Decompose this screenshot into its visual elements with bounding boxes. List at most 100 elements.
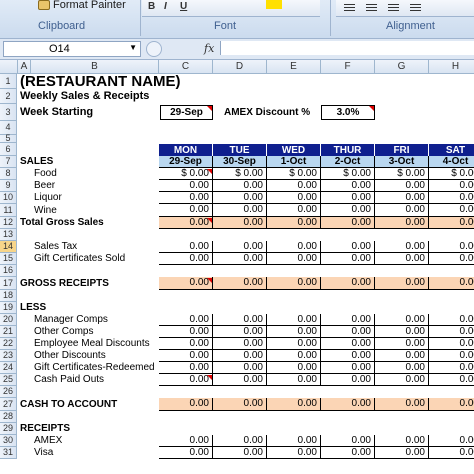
column-header-c[interactable]: C <box>159 60 213 74</box>
value-cell[interactable]: 0.00 <box>375 362 429 374</box>
value-cell[interactable]: 0.00 <box>159 204 213 217</box>
value-cell[interactable]: 0.00 <box>321 362 375 374</box>
row-header[interactable]: 29 <box>0 423 17 435</box>
value-cell[interactable]: 0.00 <box>321 277 375 290</box>
value-cell[interactable]: 0.00 <box>267 398 321 411</box>
amex-discount-input[interactable]: 3.0% <box>321 105 375 120</box>
value-cell[interactable]: 0.00 <box>375 277 429 290</box>
value-cell[interactable]: 0.00 <box>321 447 375 459</box>
column-header-e[interactable]: E <box>267 60 321 74</box>
value-cell[interactable]: 0.00 <box>429 447 474 459</box>
value-cell[interactable]: 0.00 <box>159 253 213 265</box>
value-cell[interactable]: $ 0.00 <box>213 168 267 180</box>
value-cell[interactable]: 0.00 <box>213 362 267 374</box>
column-header-b[interactable]: B <box>31 60 159 74</box>
value-cell[interactable]: 0.00 <box>375 241 429 253</box>
row-header[interactable]: 16 <box>0 265 17 277</box>
value-cell[interactable]: 0.00 <box>213 326 267 338</box>
value-cell[interactable]: 0.00 <box>375 374 429 386</box>
value-cell[interactable]: 0.00 <box>429 204 474 217</box>
value-cell[interactable]: 0.00 <box>429 326 474 338</box>
value-cell[interactable]: 0.00 <box>429 192 474 204</box>
value-cell[interactable]: 0.00 <box>267 217 321 229</box>
row-header[interactable]: 17 <box>0 277 17 290</box>
row-header[interactable]: 25 <box>0 374 17 386</box>
row-header[interactable]: 23 <box>0 350 17 362</box>
select-all-corner[interactable] <box>0 60 18 74</box>
value-cell[interactable]: 0.00 <box>213 204 267 217</box>
column-header-g[interactable]: G <box>375 60 429 74</box>
insert-function-icon[interactable]: fx <box>204 42 214 55</box>
value-cell[interactable]: 0.00 <box>429 253 474 265</box>
column-header-d[interactable]: D <box>213 60 267 74</box>
value-cell[interactable]: 0.00 <box>159 241 213 253</box>
value-cell[interactable]: 0.00 <box>267 374 321 386</box>
value-cell[interactable]: 0.00 <box>213 314 267 326</box>
value-cell[interactable]: 0.00 <box>429 241 474 253</box>
value-cell[interactable]: 0.00 <box>159 435 213 447</box>
value-cell[interactable]: 0.00 <box>321 253 375 265</box>
row-header[interactable]: 9 <box>0 180 17 192</box>
value-cell[interactable]: 0.00 <box>429 277 474 290</box>
value-cell[interactable]: 0.00 <box>375 180 429 192</box>
value-cell[interactable]: 0.00 <box>267 277 321 290</box>
value-cell[interactable]: 0.00 <box>375 398 429 411</box>
value-cell[interactable]: 0.00 <box>213 253 267 265</box>
value-cell[interactable]: 0.00 <box>267 204 321 217</box>
value-cell[interactable]: 0.00 <box>375 204 429 217</box>
italic-icon[interactable]: I <box>164 1 167 12</box>
row-header[interactable]: 19 <box>0 302 17 314</box>
value-cell[interactable]: 0.00 <box>375 447 429 459</box>
highlight-color-icon[interactable] <box>266 0 282 9</box>
value-cell[interactable]: 0.00 <box>321 374 375 386</box>
value-cell[interactable]: 0.00 <box>159 447 213 459</box>
formula-input[interactable] <box>220 41 474 55</box>
value-cell[interactable]: 0.00 <box>213 398 267 411</box>
value-cell[interactable]: 0.00 <box>321 314 375 326</box>
value-cell[interactable]: 0.00 <box>429 338 474 350</box>
formula-bar-expand-icon[interactable] <box>146 41 162 57</box>
value-cell[interactable]: 0.00 <box>321 192 375 204</box>
row-header[interactable]: 30 <box>0 435 17 447</box>
value-cell[interactable]: 0.00 <box>267 338 321 350</box>
bold-icon[interactable]: B <box>148 1 155 12</box>
value-cell[interactable]: 0.00 <box>429 398 474 411</box>
value-cell[interactable]: 0.00 <box>267 241 321 253</box>
value-cell[interactable]: $ 0.00 <box>267 168 321 180</box>
value-cell[interactable]: 0.00 <box>429 362 474 374</box>
row-header[interactable]: 5 <box>0 134 17 143</box>
value-cell[interactable]: 0.00 <box>213 217 267 229</box>
value-cell[interactable]: 0.00 <box>159 217 213 229</box>
row-header[interactable]: 8 <box>0 168 17 180</box>
spreadsheet-grid[interactable]: 1 2 3 4 5 6 7 8 9 10 11 12 13 14 15 16 17 18 19 20 21 22 23 24 2… <box>0 74 474 474</box>
value-cell[interactable]: 0.00 <box>267 362 321 374</box>
value-cell[interactable]: 0.00 <box>159 180 213 192</box>
underline-icon[interactable]: U <box>180 1 187 12</box>
value-cell[interactable]: 0.00 <box>159 398 213 411</box>
row-header[interactable]: 26 <box>0 386 17 398</box>
value-cell[interactable]: 0.00 <box>429 435 474 447</box>
value-cell[interactable]: 0.00 <box>267 253 321 265</box>
value-cell[interactable]: 0.00 <box>213 350 267 362</box>
value-cell[interactable]: 0.00 <box>375 314 429 326</box>
value-cell[interactable]: 0.00 <box>213 338 267 350</box>
value-cell[interactable]: 0.00 <box>321 241 375 253</box>
column-header-h[interactable]: H <box>429 60 474 74</box>
value-cell[interactable]: 0.00 <box>321 350 375 362</box>
row-header[interactable]: 1 <box>0 74 17 89</box>
value-cell[interactable]: 0.00 <box>429 314 474 326</box>
row-header[interactable]: 21 <box>0 326 17 338</box>
value-cell[interactable]: 0.00 <box>213 192 267 204</box>
row-header[interactable]: 2 <box>0 89 17 104</box>
value-cell[interactable]: 0.00 <box>267 435 321 447</box>
value-cell[interactable]: 0.00 <box>213 277 267 290</box>
value-cell[interactable]: 0.00 <box>375 192 429 204</box>
row-header[interactable]: 11 <box>0 204 17 217</box>
name-box[interactable]: O14 ▼ <box>3 41 141 57</box>
value-cell[interactable]: 0.00 <box>267 447 321 459</box>
value-cell[interactable]: 0.00 <box>429 374 474 386</box>
align-middle-icon[interactable] <box>366 4 377 5</box>
value-cell[interactable]: 0.00 <box>159 338 213 350</box>
value-cell[interactable]: 0.00 <box>321 435 375 447</box>
value-cell[interactable]: 0.00 <box>321 398 375 411</box>
